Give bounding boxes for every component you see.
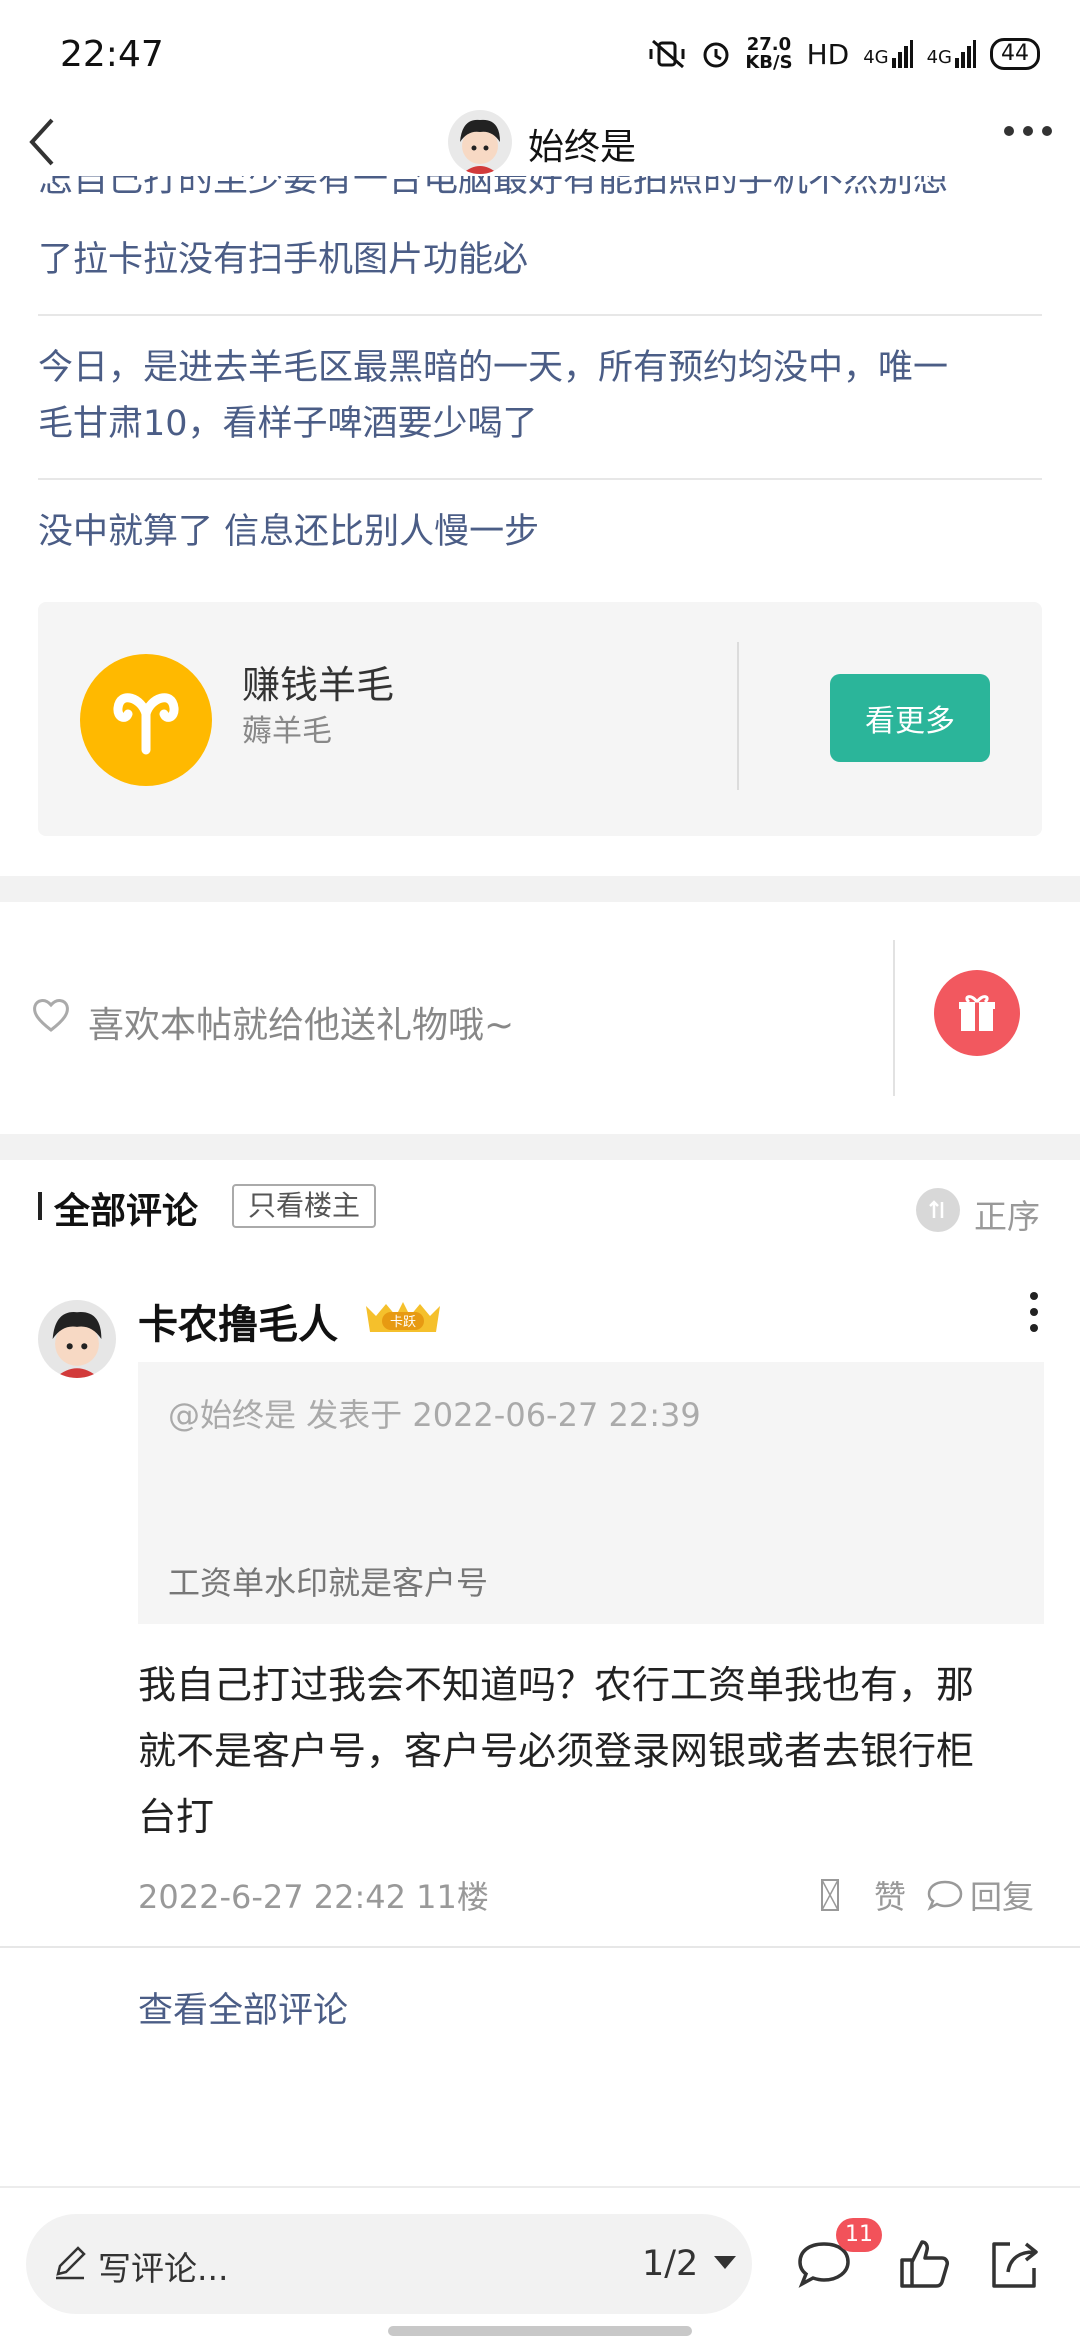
sort-label[interactable]: 正序 bbox=[974, 1190, 1040, 1238]
hd-indicator: HD bbox=[806, 37, 850, 71]
author-avatar[interactable] bbox=[448, 110, 512, 174]
group-subtitle: 薅羊毛 bbox=[242, 714, 332, 749]
like-label[interactable]: 赞 bbox=[874, 1872, 906, 1918]
comments-title: 全部评论 bbox=[54, 1191, 199, 1232]
divider bbox=[893, 940, 895, 1096]
author-name[interactable]: 始终是 bbox=[528, 118, 636, 170]
write-comment-placeholder[interactable]: 写评论... bbox=[98, 2242, 228, 2290]
divider bbox=[0, 1946, 1080, 1948]
comment-body: 我自己打过我会不知道吗？农行工资单我也有，那 就不是客户号，客户号必须登录网银或… bbox=[138, 1663, 975, 1839]
related-post-2-line2[interactable]: 毛甘肃10，看样子啤酒要少喝了 bbox=[38, 396, 1042, 452]
crown-badge-icon: 卡跃 bbox=[366, 1302, 440, 1332]
like-icon[interactable] bbox=[820, 1878, 842, 1912]
chevron-left-icon[interactable] bbox=[22, 112, 62, 172]
share-icon[interactable] bbox=[984, 2234, 1044, 2294]
caret-down-icon[interactable] bbox=[714, 2256, 736, 2269]
signal-4g-1: 4G bbox=[863, 40, 913, 68]
section-separator bbox=[0, 876, 1080, 902]
quote-body: 工资单水印就是客户号 bbox=[168, 1564, 489, 1602]
status-icons: 27.0 KB/S HD 4G 4G 44 bbox=[647, 36, 1040, 72]
pen-icon bbox=[56, 2246, 86, 2280]
reply-label[interactable]: 回复 bbox=[970, 1872, 1034, 1918]
comment-actions: 赞 回复 bbox=[820, 1872, 1034, 1918]
alarm-icon bbox=[703, 42, 729, 68]
commenter-name[interactable]: 卡农撸毛人 bbox=[138, 1292, 338, 1350]
divider bbox=[38, 314, 1042, 316]
comment-count-badge: 11 bbox=[836, 2218, 882, 2252]
section-marker bbox=[38, 1192, 42, 1220]
more-dots-icon[interactable] bbox=[1004, 126, 1052, 136]
divider bbox=[0, 2186, 1080, 2188]
quote-header[interactable]: @始终是 发表于 2022-06-27 22:39 bbox=[168, 1390, 701, 1436]
divider bbox=[38, 478, 1042, 480]
commenter-avatar[interactable] bbox=[38, 1300, 116, 1378]
related-post-2-line1[interactable]: 今日，是进去羊毛区最黑暗的一天，所有预约均没中，唯一 bbox=[38, 340, 1042, 396]
comment-meta: 2022-6-27 22:42 11楼 bbox=[138, 1878, 489, 1916]
battery-indicator: 44 bbox=[990, 38, 1040, 70]
svg-text:卡跃: 卡跃 bbox=[390, 1315, 416, 1330]
gift-icon bbox=[959, 995, 995, 1031]
related-post-3[interactable]: 没中就算了 信息还比别人慢一步 bbox=[38, 504, 1042, 560]
network-speed: 27.0 KB/S bbox=[745, 34, 793, 73]
home-indicator[interactable] bbox=[388, 2326, 692, 2336]
sort-icon[interactable] bbox=[916, 1188, 960, 1232]
thumbs-up-icon[interactable] bbox=[894, 2234, 954, 2294]
signal-4g-2: 4G bbox=[927, 40, 976, 68]
reply-bubble-icon[interactable] bbox=[926, 1878, 964, 1912]
page-indicator[interactable]: 1/2 bbox=[642, 2244, 698, 2284]
only-op-toggle[interactable]: 只看楼主 bbox=[232, 1184, 377, 1228]
vibrate-mute-icon bbox=[649, 39, 685, 69]
comment-more-icon[interactable] bbox=[1030, 1292, 1040, 1332]
aries-logo-icon[interactable] bbox=[80, 654, 212, 786]
divider bbox=[737, 642, 739, 790]
group-name: 赚钱羊毛 bbox=[242, 663, 395, 707]
section-separator bbox=[0, 1134, 1080, 1160]
gift-button[interactable] bbox=[934, 970, 1020, 1056]
related-post-1[interactable]: 了拉卡拉没有扫手机图片功能必 bbox=[38, 232, 1042, 288]
gift-prompt: 喜欢本帖就给他送礼物哦~ bbox=[88, 1005, 515, 1046]
heart-icon[interactable] bbox=[30, 994, 72, 1036]
see-more-button[interactable]: 看更多 bbox=[830, 674, 990, 762]
related-post-partial[interactable]: 怎自己打的至少要有一台电脑最好有能拍照的手机不然别想 bbox=[38, 176, 1042, 208]
view-all-comments-link[interactable]: 查看全部评论 bbox=[138, 1982, 348, 2033]
status-time: 22:47 bbox=[60, 34, 164, 75]
